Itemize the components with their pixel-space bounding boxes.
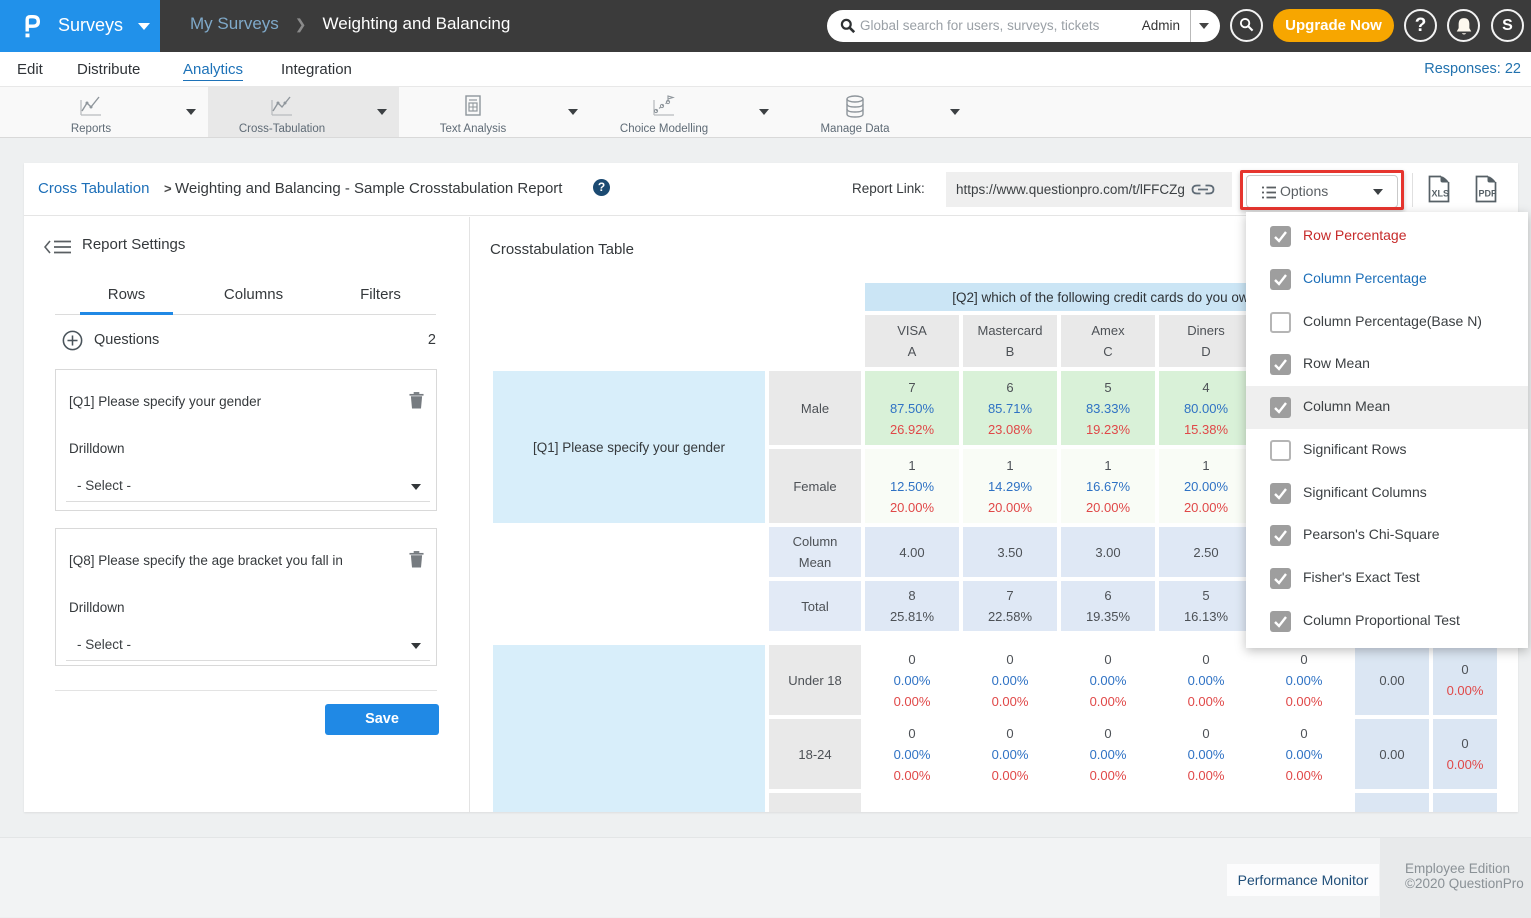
svg-text:XLS: XLS — [1432, 189, 1450, 199]
svg-text:PDF: PDF — [1479, 189, 1498, 199]
